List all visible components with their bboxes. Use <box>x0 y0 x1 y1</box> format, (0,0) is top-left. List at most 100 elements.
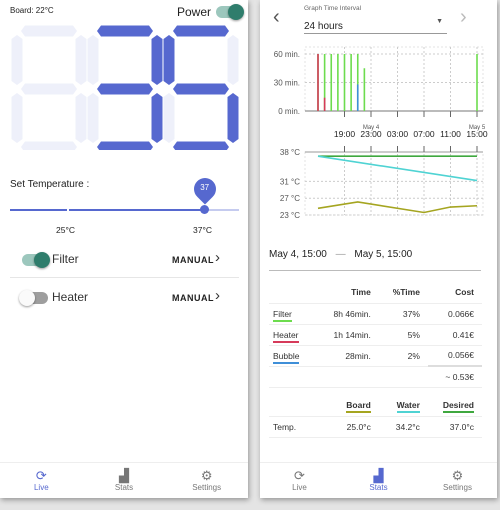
desired-temp: 37.0°c <box>427 416 482 438</box>
refresh-icon: ⟳ <box>35 468 47 483</box>
slider-fill <box>10 209 205 211</box>
column-header: Desired <box>442 400 474 414</box>
usage-percent: 2% <box>378 345 428 367</box>
temperature-slider[interactable]: 37 <box>10 173 239 214</box>
segment-g <box>97 83 153 95</box>
power-label: Power <box>177 5 212 19</box>
segment-b <box>151 35 163 85</box>
y-tick-label: 27 °C <box>280 194 300 203</box>
board-temp: 25.0°c <box>317 416 379 438</box>
slider-thumb[interactable] <box>200 205 210 214</box>
slider-mark-label: 25°C <box>56 225 75 235</box>
bar <box>317 54 319 111</box>
bar-chart-icon: ▟ <box>373 468 384 483</box>
x-tick-label: 19:00 <box>334 129 356 139</box>
stats-screen: ‹ › Graph Time Interval 24 hours ▼ 0 min… <box>260 0 497 498</box>
usage-header-row: Time %Time Cost <box>269 282 482 304</box>
bottom-nav: ⟳ Live ▟ Stats ⚙ Settings <box>260 462 497 498</box>
stats-charts: 0 min.30 min.60 min.19:00 23:00 03:00 07:00… <box>274 46 488 220</box>
slider-value: 37 <box>200 183 210 192</box>
set-temperature-label: Set Temperature : <box>10 179 90 190</box>
heater-toggle[interactable] <box>19 290 48 306</box>
row-label: Temp. <box>269 416 318 438</box>
chevron-right-icon[interactable]: › <box>215 287 220 304</box>
bar <box>337 54 339 111</box>
segment-e <box>87 93 99 143</box>
refresh-icon: ⟳ <box>294 468 305 483</box>
usage-percent: 5% <box>378 324 428 346</box>
x-tick-label: 03:00 <box>387 129 409 139</box>
filter-toggle[interactable] <box>22 252 50 268</box>
range-separator: — <box>335 249 346 260</box>
seven-segment-display <box>11 25 239 150</box>
y-tick-label: 38 °C <box>280 148 300 157</box>
nav-live[interactable]: ⟳ Live <box>260 463 339 498</box>
device-name: Bubble <box>273 350 300 364</box>
nav-settings[interactable]: ⚙ Settings <box>165 463 248 498</box>
x-tick-label: 07:00 <box>413 129 435 139</box>
nav-stats[interactable]: ▟ Stats <box>83 463 166 498</box>
y-tick-label: 23 °C <box>280 211 300 220</box>
y-tick-label: 0 min. <box>278 107 300 116</box>
segment-d <box>173 141 229 150</box>
segment-a <box>173 25 229 37</box>
segment-c <box>227 93 239 143</box>
heater-row[interactable]: Heater MANUAL › <box>10 279 239 316</box>
y-tick-label: 31 °C <box>280 177 300 186</box>
segment-d <box>21 141 77 150</box>
water-temp: 34.2°c <box>378 416 428 438</box>
bar <box>476 54 478 111</box>
slider-mark <box>67 209 69 211</box>
y-tick-label: 60 min. <box>274 50 300 59</box>
column-header: Cost <box>427 282 482 304</box>
usage-row: Heater 1h 14min. 5% 0.41€ <box>269 324 482 346</box>
segment-e <box>163 93 175 143</box>
segment-f <box>87 35 99 85</box>
segment-b <box>227 35 239 85</box>
segment-f <box>11 35 23 85</box>
chevron-right-icon[interactable]: › <box>215 249 220 266</box>
usage-time: 8h 46min. <box>317 303 379 325</box>
heater-mode: MANUAL <box>172 293 214 303</box>
x-tick-label: 11:00 <box>440 129 461 139</box>
segment-a <box>97 25 153 37</box>
nav-stats[interactable]: ▟ Stats <box>339 463 418 498</box>
live-screen: Board: 22°C Power Set Temperature : 37 2… <box>0 0 248 498</box>
nav-live[interactable]: ⟳ Live <box>0 463 83 498</box>
temp-header-row: Board Water Desired <box>269 395 482 417</box>
bar <box>363 68 366 111</box>
nav-label: Stats <box>114 483 134 492</box>
bar <box>323 97 326 111</box>
range-start: May 4, 15:00 <box>269 249 327 260</box>
usage-row: Bubble 28min. 2% 0.056€ <box>269 345 482 367</box>
segment-b <box>75 35 87 85</box>
filter-label: Filter <box>52 252 79 266</box>
usage-table: Time %Time Cost Filter 8h 46min. 37% 0.066€ … <box>269 282 482 438</box>
segment-e <box>11 93 23 143</box>
total-cost: ~ 0.53€ <box>427 366 482 388</box>
total-row: ~ 0.53€ <box>269 366 482 388</box>
segment-c <box>75 93 87 143</box>
column-header: Board <box>346 400 371 414</box>
date-label: May 4 <box>363 125 380 131</box>
usage-percent: 37% <box>378 303 428 325</box>
range-end: May 5, 15:00 <box>354 249 413 260</box>
device-name: Filter <box>273 308 292 322</box>
filter-row[interactable]: Filter MANUAL › <box>10 241 239 278</box>
usage-cost: 0.41€ <box>427 324 482 346</box>
slider-value-label: 37°C <box>193 225 212 235</box>
usage-row: Filter 8h 46min. 37% 0.066€ <box>269 303 482 325</box>
nav-label: Settings <box>192 483 222 492</box>
usage-cost: 0.056€ <box>427 345 482 367</box>
bar-chart-icon: ▟ <box>119 468 129 483</box>
segment-c <box>151 93 163 143</box>
date-label: May 5 <box>469 125 486 131</box>
heater-label: Heater <box>52 290 89 304</box>
usage-cost: 0.066€ <box>427 303 482 325</box>
temp-row: Temp. 25.0°c 34.2°c 37.0°c <box>269 416 482 438</box>
nav-label: Live <box>33 483 49 492</box>
bar <box>356 84 359 111</box>
bar <box>343 54 346 111</box>
power-toggle[interactable] <box>216 4 244 20</box>
nav-settings[interactable]: ⚙ Settings <box>418 463 497 498</box>
